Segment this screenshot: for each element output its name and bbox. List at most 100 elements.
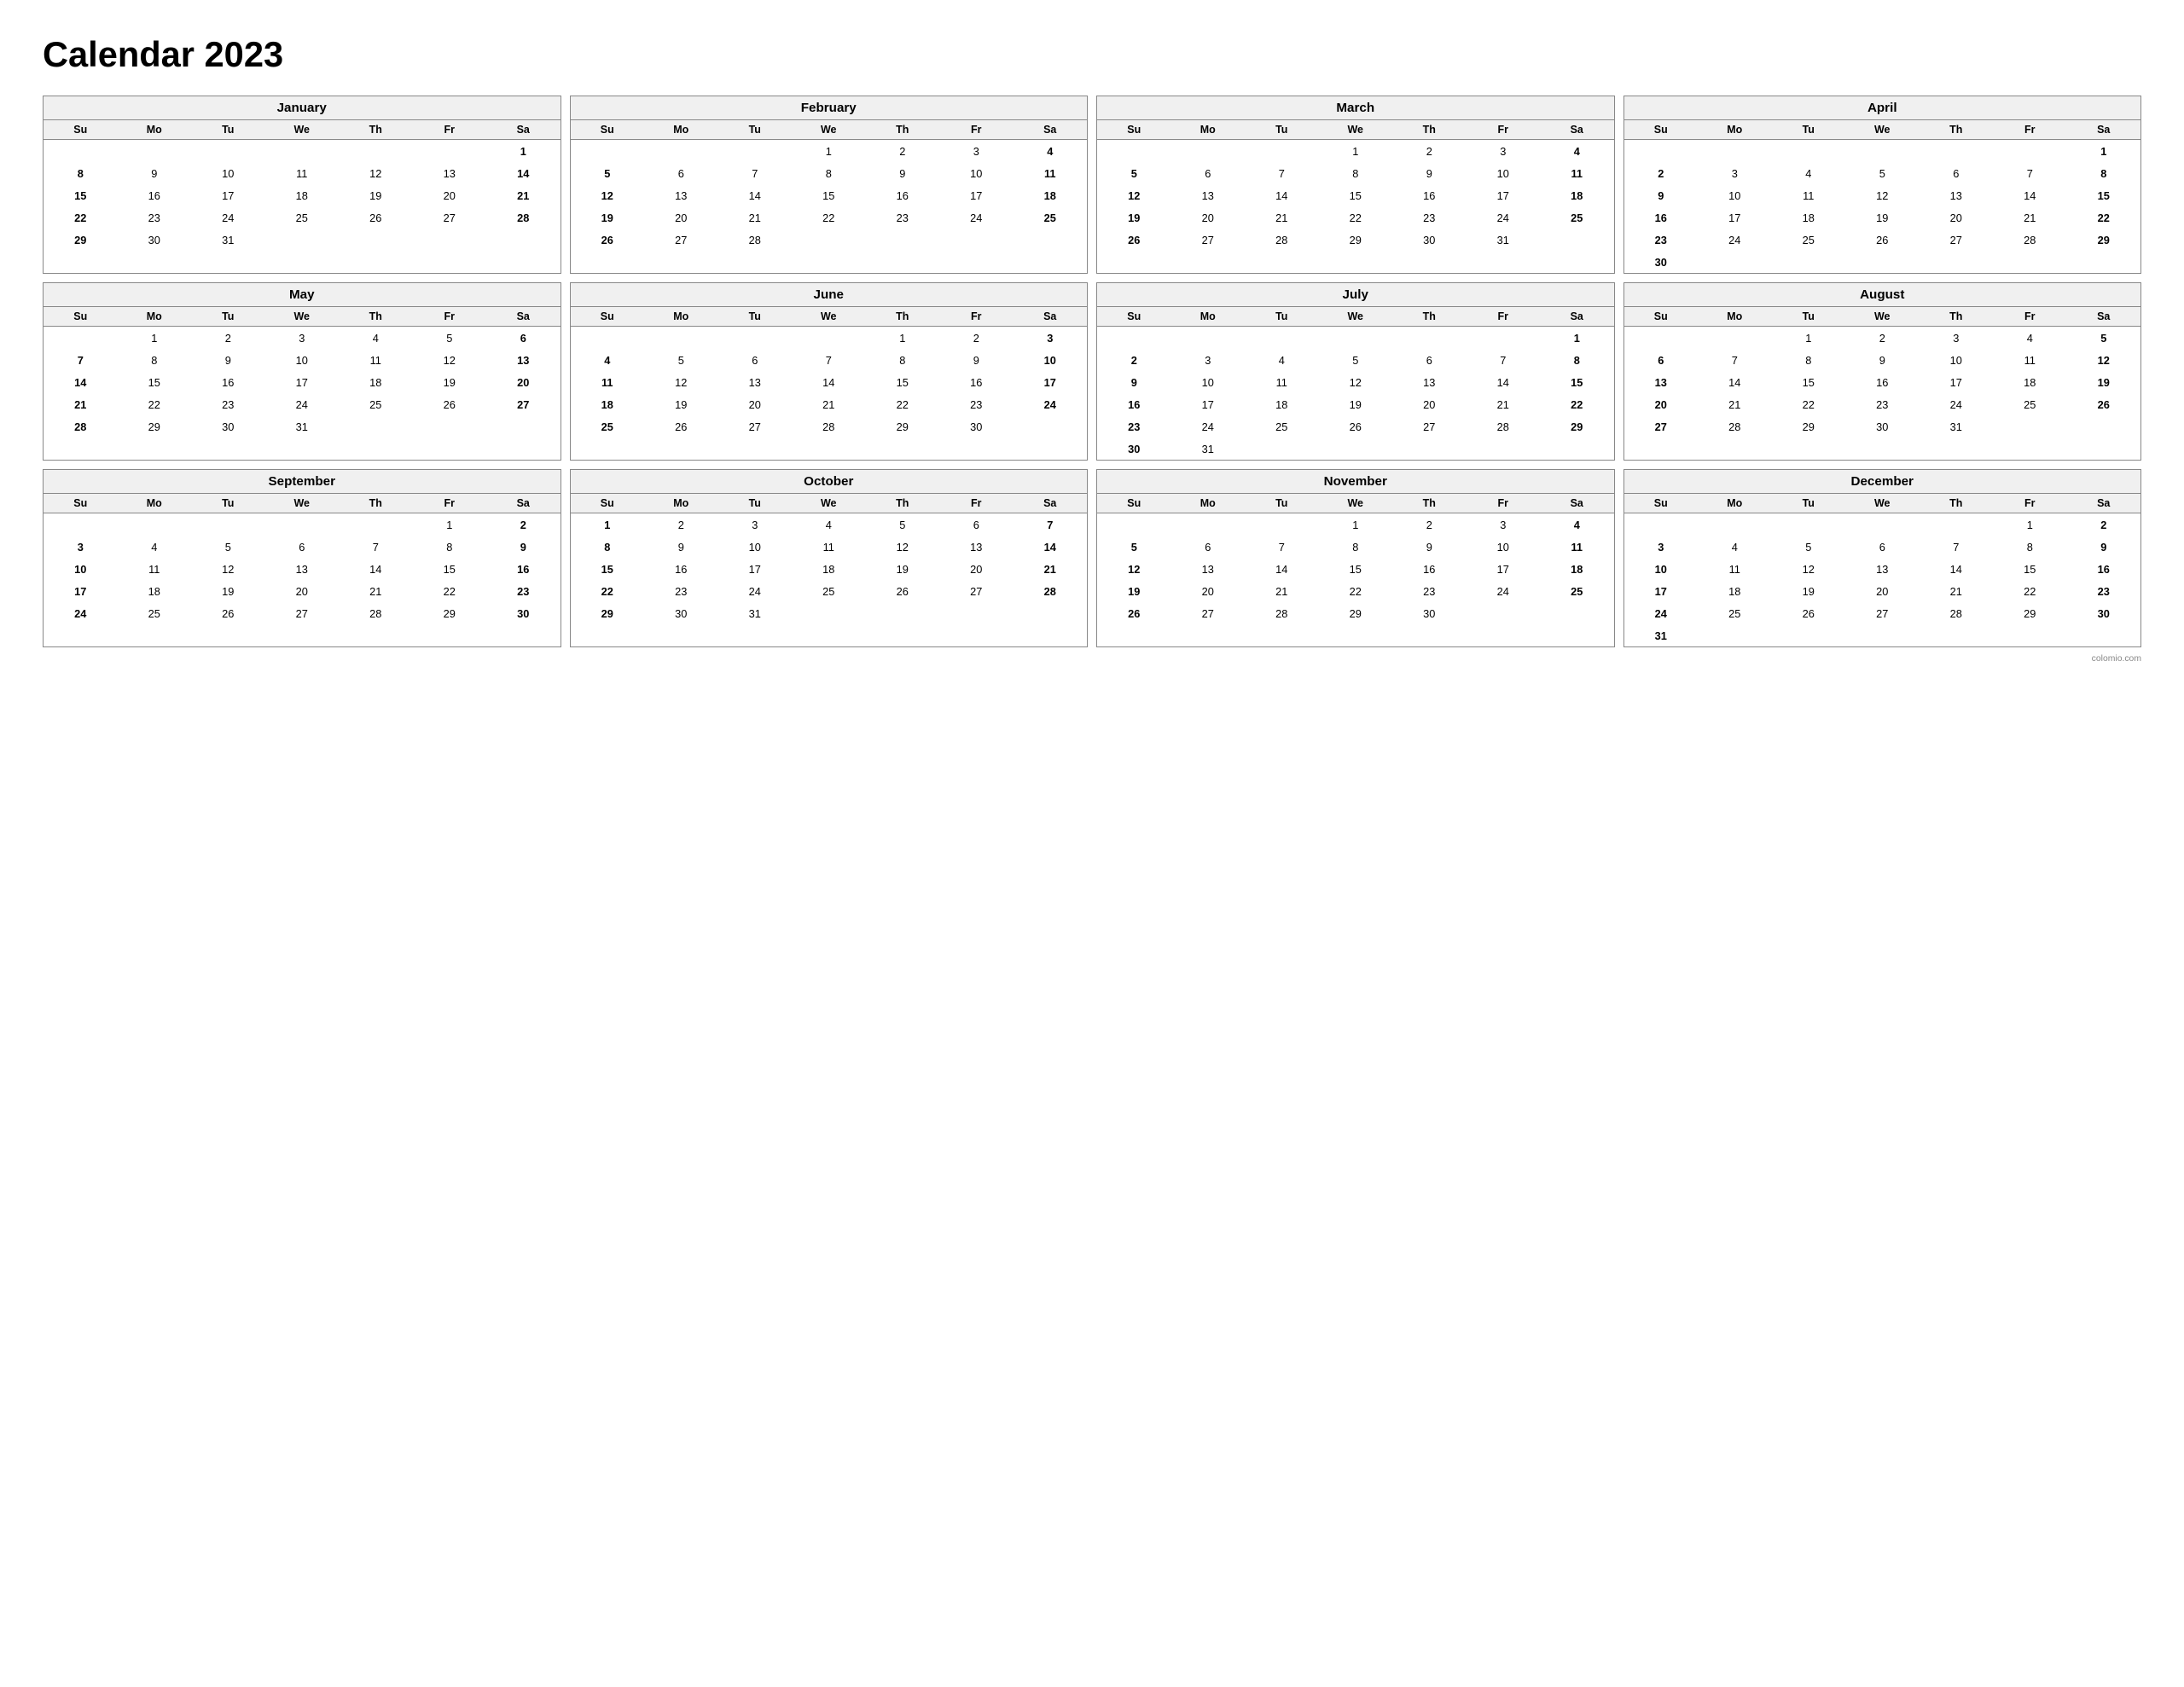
day-cell: 12 xyxy=(644,371,718,393)
day-cell xyxy=(1772,513,1846,536)
day-cell: 24 xyxy=(265,393,340,415)
day-cell: 15 xyxy=(413,558,487,580)
day-cell: 21 xyxy=(718,206,793,229)
day-header-sa: Sa xyxy=(486,307,561,326)
month-january: JanuarySuMoTuWeThFrSa1891011121314151617… xyxy=(43,96,561,274)
month-march: MarchSuMoTuWeThFrSa123456789101112131415… xyxy=(1096,96,1615,274)
day-cell: 7 xyxy=(718,162,793,184)
day-cell: 21 xyxy=(1698,393,1772,415)
day-header-mo: Mo xyxy=(1698,494,1772,513)
day-cell: 4 xyxy=(1772,162,1846,184)
day-cell: 11 xyxy=(571,371,645,393)
day-cell: 31 xyxy=(1920,415,1994,438)
day-cell: 6 xyxy=(718,349,793,371)
day-cell: 8 xyxy=(1772,349,1846,371)
day-cell: 11 xyxy=(1540,536,1614,558)
day-header-th: Th xyxy=(866,307,940,326)
day-cell: 28 xyxy=(1920,602,1994,624)
day-cell: 14 xyxy=(1245,558,1319,580)
day-cell xyxy=(1920,513,1994,536)
day-cell: 7 xyxy=(44,349,118,371)
day-header-su: Su xyxy=(571,120,645,139)
day-header-mo: Mo xyxy=(118,307,192,326)
days-grid: 1234567891011121314151617181920212223242… xyxy=(1624,140,2141,273)
day-cell: 1 xyxy=(2067,140,2141,162)
day-cell: 3 xyxy=(44,536,118,558)
day-cell: 12 xyxy=(2067,349,2141,371)
day-header-mo: Mo xyxy=(1171,120,1246,139)
day-cell: 22 xyxy=(2067,206,2141,229)
day-header-mo: Mo xyxy=(1698,307,1772,326)
day-cell: 8 xyxy=(413,536,487,558)
day-cell: 27 xyxy=(1845,602,1920,624)
day-cell xyxy=(571,140,645,162)
day-cell: 27 xyxy=(1624,415,1699,438)
day-cell: 31 xyxy=(1624,624,1699,646)
day-cell: 30 xyxy=(1392,602,1467,624)
day-cell xyxy=(1540,229,1614,251)
day-cell: 5 xyxy=(1319,349,1393,371)
day-cell: 19 xyxy=(2067,371,2141,393)
day-cell xyxy=(939,229,1014,251)
day-cell: 19 xyxy=(644,393,718,415)
day-cell: 30 xyxy=(118,229,192,251)
day-cell: 31 xyxy=(718,602,793,624)
day-cell: 3 xyxy=(1467,140,1541,162)
day-cell: 4 xyxy=(792,513,866,536)
day-cell xyxy=(413,140,487,162)
day-cell: 18 xyxy=(1014,184,1088,206)
day-cell: 26 xyxy=(644,415,718,438)
day-header-su: Su xyxy=(44,307,118,326)
day-cell xyxy=(939,602,1014,624)
day-cell xyxy=(1171,327,1246,349)
day-cell xyxy=(792,602,866,624)
day-cell: 16 xyxy=(2067,558,2141,580)
day-cell: 16 xyxy=(118,184,192,206)
day-cell: 6 xyxy=(1392,349,1467,371)
day-cell: 17 xyxy=(265,371,340,393)
calendar-grid: JanuarySuMoTuWeThFrSa1891011121314151617… xyxy=(43,96,2141,647)
day-cell: 26 xyxy=(1097,602,1171,624)
day-cell: 17 xyxy=(1014,371,1088,393)
day-headers: SuMoTuWeThFrSa xyxy=(1624,307,2141,327)
month-december: DecemberSuMoTuWeThFrSa123456789101112131… xyxy=(1623,469,2142,647)
day-cell: 4 xyxy=(1540,140,1614,162)
day-cell: 16 xyxy=(939,371,1014,393)
day-cell: 15 xyxy=(1772,371,1846,393)
day-cell: 24 xyxy=(939,206,1014,229)
day-cell: 9 xyxy=(191,349,265,371)
day-header-we: We xyxy=(1319,494,1393,513)
day-header-su: Su xyxy=(1624,494,1699,513)
day-header-sa: Sa xyxy=(1540,494,1614,513)
day-cell: 2 xyxy=(939,327,1014,349)
day-cell xyxy=(1245,438,1319,460)
day-cell: 23 xyxy=(118,206,192,229)
day-cell: 18 xyxy=(1698,580,1772,602)
day-cell: 10 xyxy=(1014,349,1088,371)
day-cell: 16 xyxy=(191,371,265,393)
day-cell: 8 xyxy=(866,349,940,371)
day-cell: 3 xyxy=(265,327,340,349)
day-cell: 10 xyxy=(1171,371,1246,393)
day-cell: 23 xyxy=(644,580,718,602)
day-cell: 21 xyxy=(486,184,561,206)
day-cell: 9 xyxy=(644,536,718,558)
day-cell: 28 xyxy=(718,229,793,251)
day-cell xyxy=(2067,624,2141,646)
month-july: JulySuMoTuWeThFrSa1234567891011121314151… xyxy=(1096,282,1615,461)
day-header-fr: Fr xyxy=(939,494,1014,513)
day-cell: 9 xyxy=(486,536,561,558)
day-cell: 10 xyxy=(191,162,265,184)
day-cell: 17 xyxy=(1171,393,1246,415)
day-header-tu: Tu xyxy=(1245,307,1319,326)
day-header-th: Th xyxy=(1920,120,1994,139)
day-header-fr: Fr xyxy=(1993,494,2067,513)
day-cell xyxy=(1993,251,2067,273)
day-cell: 15 xyxy=(118,371,192,393)
day-cell xyxy=(1467,438,1541,460)
day-cell: 16 xyxy=(644,558,718,580)
day-header-sa: Sa xyxy=(1014,494,1088,513)
day-header-sa: Sa xyxy=(2067,120,2141,139)
day-cell: 22 xyxy=(571,580,645,602)
day-cell: 16 xyxy=(1845,371,1920,393)
